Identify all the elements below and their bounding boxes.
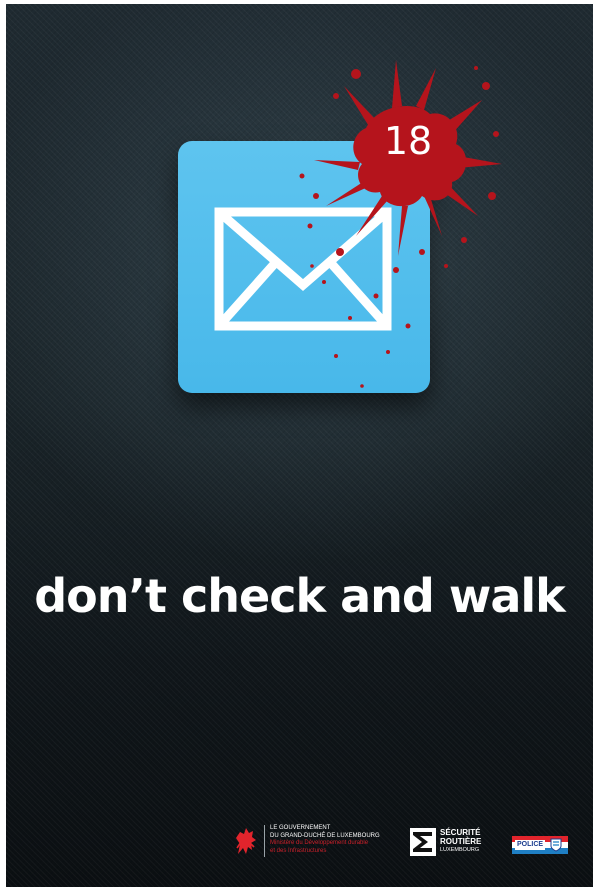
poster: 18 don’t check and walk LE GOUVERNEMENT … [6,4,593,887]
road-sign-icon [410,828,436,856]
government-text: LE GOUVERNEMENT DU GRAND-DUCHÉ DE LUXEMB… [270,825,380,855]
slogan: don’t check and walk [34,569,565,623]
blood-splatter-badge [299,60,502,388]
securite-line-2: ROUTIÈRE [440,836,482,846]
government-logo: LE GOUVERNEMENT DU GRAND-DUCHÉ DE LUXEMB… [228,824,388,858]
ministry-line-2: et des Infrastructures [270,847,327,854]
police-logo: POLICE [512,836,568,854]
lion-icon [236,828,256,854]
securite-routiere-text: SÉCURITÉ ROUTIÈRE LUXEMBOURG [440,828,482,855]
securite-line-3: LUXEMBOURG [440,847,480,853]
footer-logos: LE GOUVERNEMENT DU GRAND-DUCHÉ DE LUXEMB… [6,816,593,866]
notification-count: 18 [383,119,433,163]
police-label: POLICE [515,840,546,850]
logo-divider [264,825,265,857]
government-line-2: DU GRAND-DUCHÉ DE LUXEMBOURG [270,832,380,839]
government-line-1: LE GOUVERNEMENT [270,825,331,831]
crest-icon [550,838,562,852]
securite-routiere-logo: SÉCURITÉ ROUTIÈRE LUXEMBOURG [410,828,494,858]
ministry-line-1: Ministère du Développement durable [270,840,369,846]
